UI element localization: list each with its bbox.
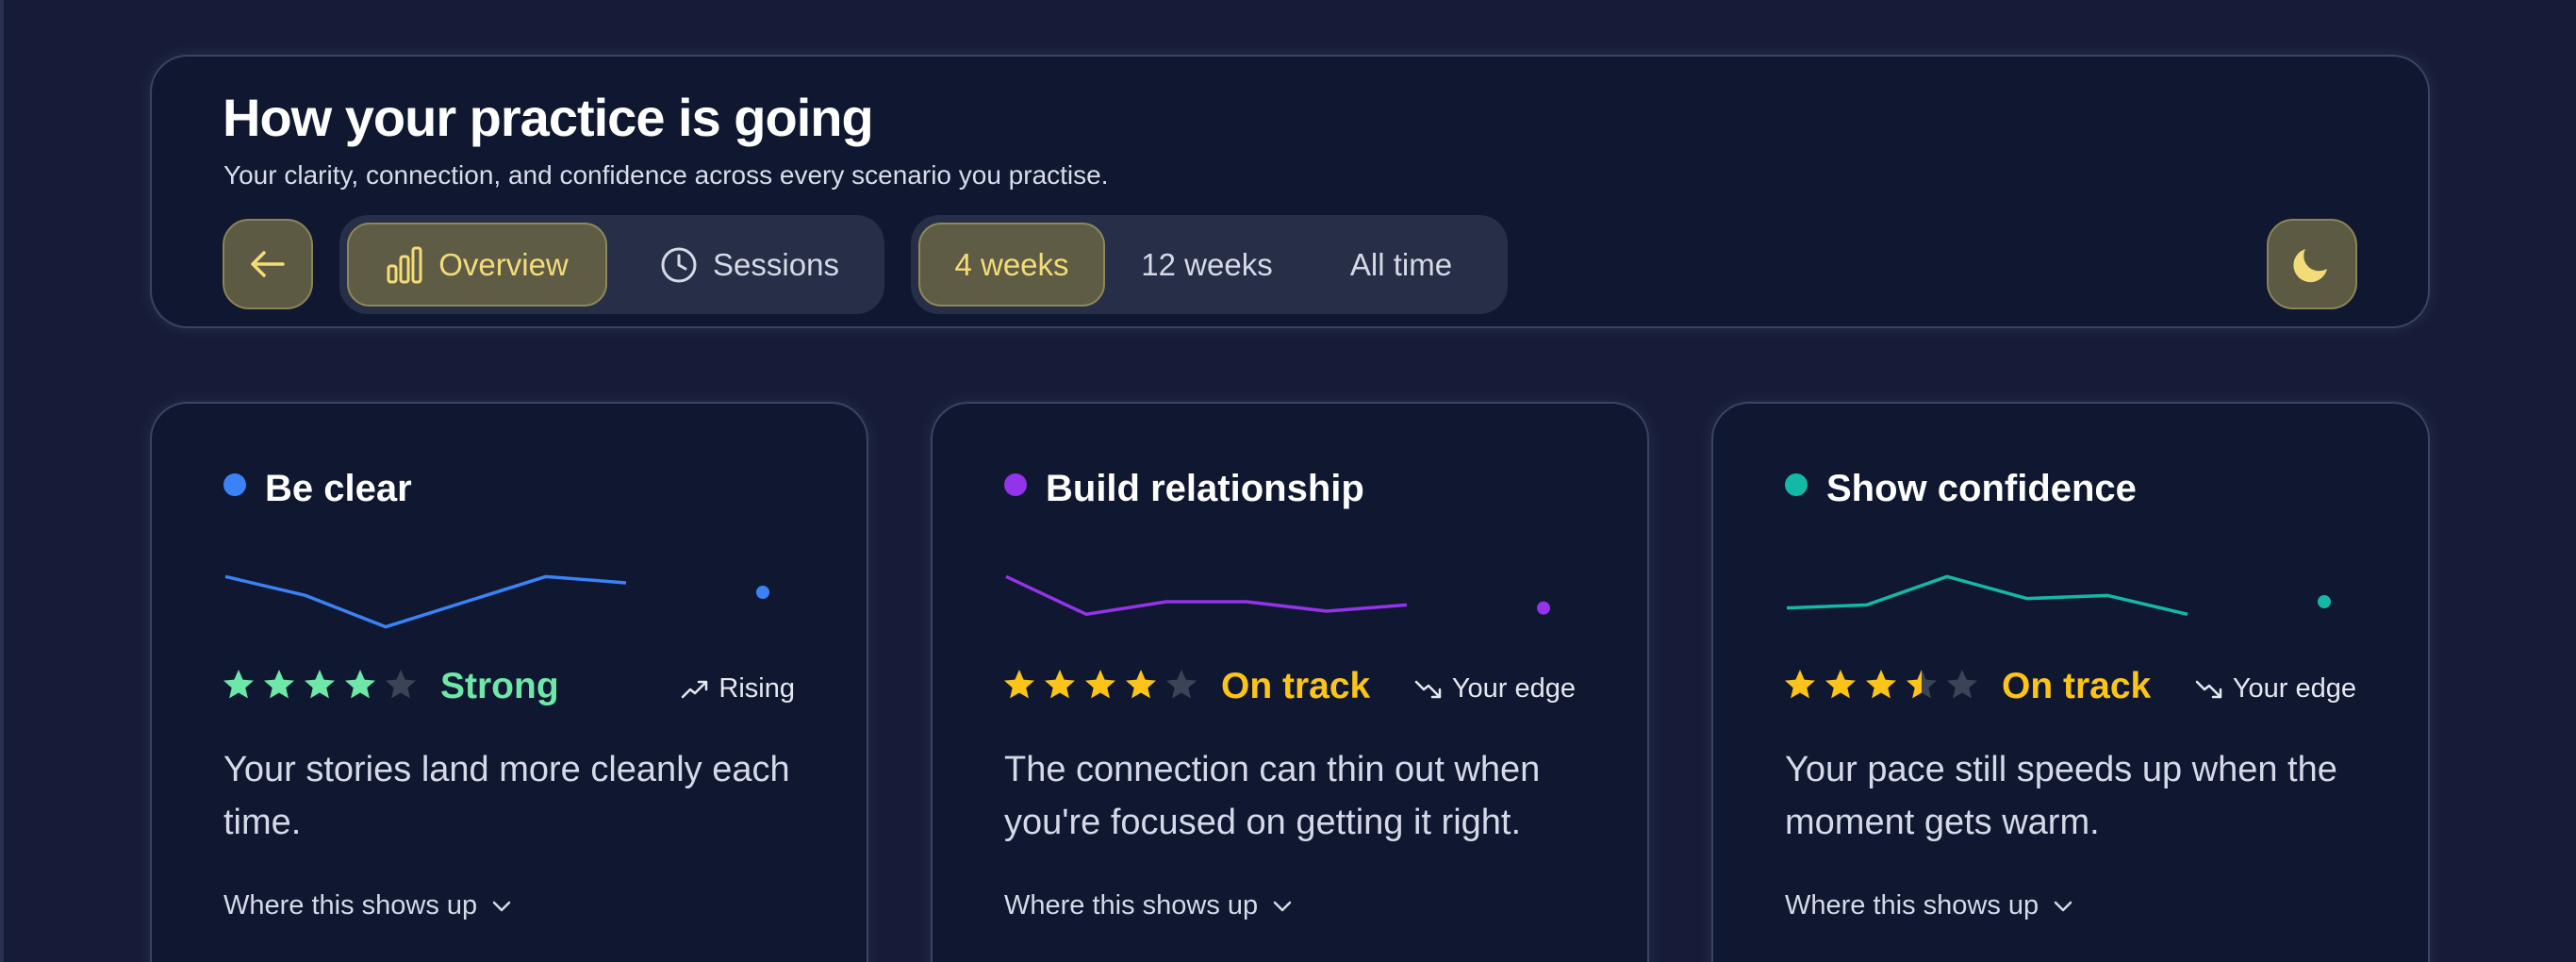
sparkline-series-line [1786, 574, 2188, 617]
trend-indicator: Your edge [2195, 673, 2356, 705]
where-shows-up-toggle[interactable]: Where this shows up [1004, 890, 1294, 921]
tab-overview-label: Overview [438, 246, 569, 282]
sparkline-current-point [1537, 601, 1550, 615]
trend-label: Rising [718, 673, 795, 704]
trend-label: Your edge [2232, 673, 2356, 704]
tab-all-time-label: All time [1349, 246, 1453, 282]
where-shows-up-label: Where this shows up [1004, 890, 1259, 921]
sparkline-series-line [1005, 574, 1408, 617]
star-icon [223, 670, 254, 699]
range-tabs: 4 weeks 12 weeks All time [911, 215, 1508, 314]
star-icon [1825, 670, 1856, 699]
star-icon [1785, 670, 1815, 699]
arrow-left-icon [251, 251, 285, 277]
trend-label: Your edge [1451, 673, 1576, 704]
star-icon [1166, 670, 1197, 699]
where-shows-up-label: Where this shows up [1785, 890, 2039, 921]
star-icon [305, 670, 335, 699]
star-icon [345, 670, 375, 699]
star-icon [1004, 670, 1034, 699]
tab-4-weeks-label: 4 weeks [954, 246, 1069, 282]
chevron-down-icon [2054, 901, 2072, 911]
skill-color-dot [1785, 473, 1808, 496]
view-tabs: Overview Sessions [339, 215, 884, 314]
card-title: Be clear [265, 468, 412, 509]
tab-overview[interactable]: Overview [347, 223, 607, 307]
sparkline-chart [1786, 574, 2331, 617]
trending-down-icon [2195, 680, 2222, 698]
sparkline-current-point [756, 586, 769, 599]
sparkline-series-line [224, 574, 627, 629]
page-title: How your practice is going [223, 88, 874, 147]
star-rating [222, 668, 418, 702]
trending-up-icon [682, 680, 708, 698]
skill-color-dot [223, 473, 246, 496]
tab-sessions[interactable]: Sessions [622, 223, 877, 307]
bar-chart-icon [387, 246, 422, 283]
star-icon [264, 670, 294, 699]
page-subtitle: Your clarity, connection, and confidence… [223, 160, 1109, 190]
tab-sessions-label: Sessions [713, 246, 839, 282]
sparkline-chart [224, 574, 769, 629]
trend-indicator: Rising [681, 673, 795, 705]
tab-4-weeks[interactable]: 4 weeks [918, 223, 1105, 307]
status-label: On track [2002, 666, 2152, 706]
status-label: Strong [440, 666, 559, 706]
card-description: The connection can thin out when you're … [1004, 750, 1541, 842]
where-shows-up-label: Where this shows up [223, 890, 478, 921]
card-description: Your pace still speeds up when the momen… [1785, 750, 2337, 842]
chevron-down-icon [1273, 901, 1292, 911]
star-icon [1866, 670, 1896, 699]
trending-down-icon [1414, 680, 1442, 698]
card-title: Show confidence [1826, 468, 2137, 509]
moon-icon [2293, 249, 2327, 283]
star-rating [1783, 668, 1979, 702]
sparkline-current-point [2318, 595, 2331, 608]
sparkline-chart [1005, 574, 1550, 617]
back-button[interactable] [223, 219, 313, 309]
star-rating [1002, 668, 1198, 702]
window-edge [0, 0, 4, 962]
skill-card-be-clear: Be clear Strong Rising Your stories land… [150, 402, 868, 962]
star-icon [1085, 670, 1115, 699]
star-icon [1907, 670, 1937, 699]
skill-card-build-relationship: Build relationship On track Your edge Th… [931, 402, 1649, 962]
star-icon [1947, 670, 1977, 699]
card-description: Your stories land more cleanly each time… [223, 750, 790, 842]
trend-indicator: Your edge [1414, 673, 1576, 705]
status-label: On track [1221, 666, 1371, 706]
star-icon [1045, 670, 1075, 699]
where-shows-up-toggle[interactable]: Where this shows up [223, 890, 513, 921]
star-icon [386, 670, 416, 699]
skill-card-show-confidence: Show confidence On track Your edge Your … [1711, 402, 2430, 962]
tab-12-weeks[interactable]: 12 weeks [1113, 223, 1301, 307]
skill-color-dot [1004, 473, 1027, 496]
theme-toggle-button[interactable] [2267, 219, 2357, 309]
clock-icon [661, 247, 697, 282]
tab-all-time[interactable]: All time [1307, 223, 1495, 307]
card-title: Build relationship [1046, 468, 1364, 509]
star-icon [1126, 670, 1156, 699]
tab-12-weeks-label: 12 weeks [1141, 246, 1273, 282]
chevron-down-icon [492, 901, 511, 911]
where-shows-up-toggle[interactable]: Where this shows up [1785, 890, 2074, 921]
